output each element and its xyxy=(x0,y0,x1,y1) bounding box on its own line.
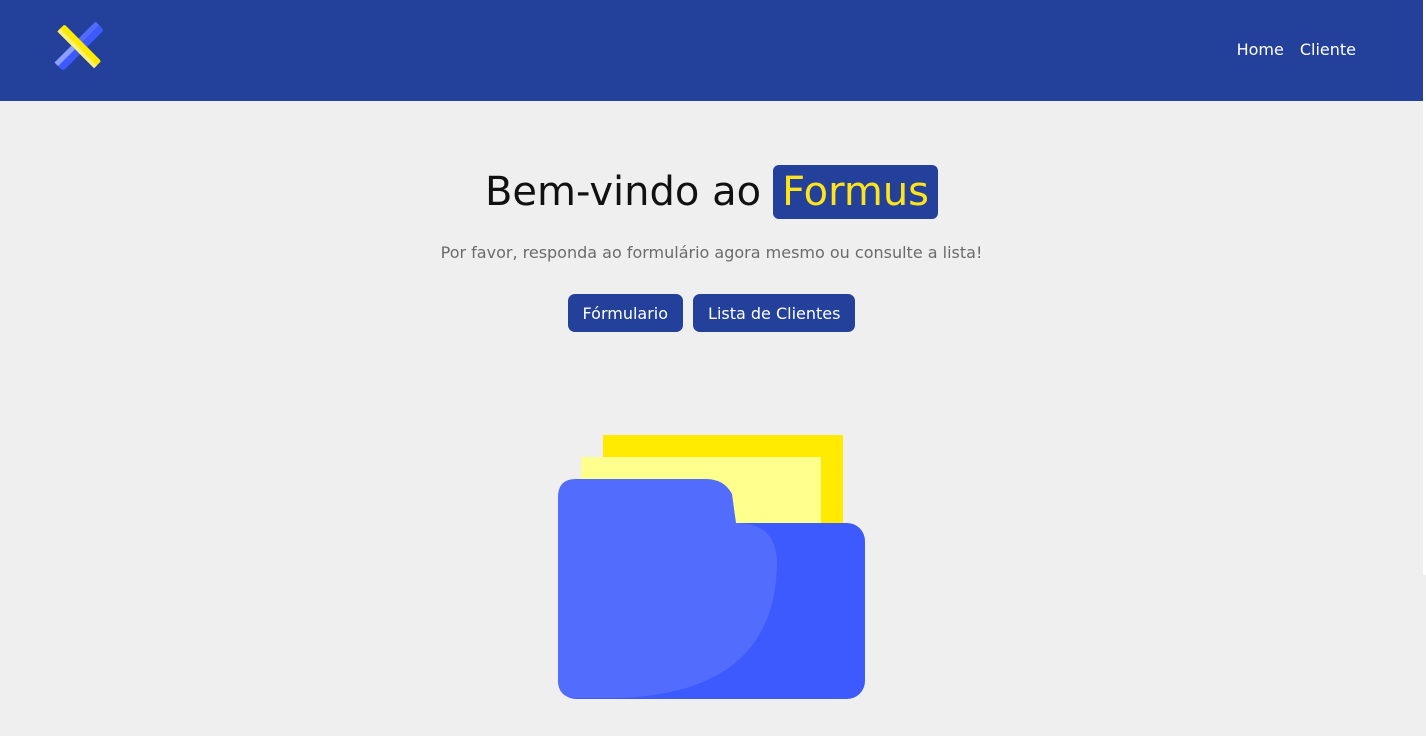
client-list-button[interactable]: Lista de Clientes xyxy=(693,294,856,332)
title-prefix: Bem-vindo ao xyxy=(484,169,762,215)
hero-section: Bem-vindo ao Formus Por favor, responda … xyxy=(0,160,1423,332)
hero-subtitle: Por favor, responda ao formulário agora … xyxy=(440,243,983,262)
nav-link-home[interactable]: Home xyxy=(1237,38,1284,62)
hero-buttons: Fórmulario Lista de Clientes xyxy=(0,294,1423,332)
formulario-button[interactable]: Fórmulario xyxy=(567,294,684,332)
nav-links: Home Cliente xyxy=(1237,38,1356,62)
page-title: Bem-vindo ao Formus xyxy=(484,160,939,224)
logo-icon[interactable] xyxy=(54,22,106,72)
navbar: Home Cliente xyxy=(0,0,1423,101)
nav-link-cliente[interactable]: Cliente xyxy=(1300,38,1356,62)
open-folder-with-papers-icon xyxy=(558,435,865,699)
brand-badge: Formus xyxy=(773,165,939,219)
